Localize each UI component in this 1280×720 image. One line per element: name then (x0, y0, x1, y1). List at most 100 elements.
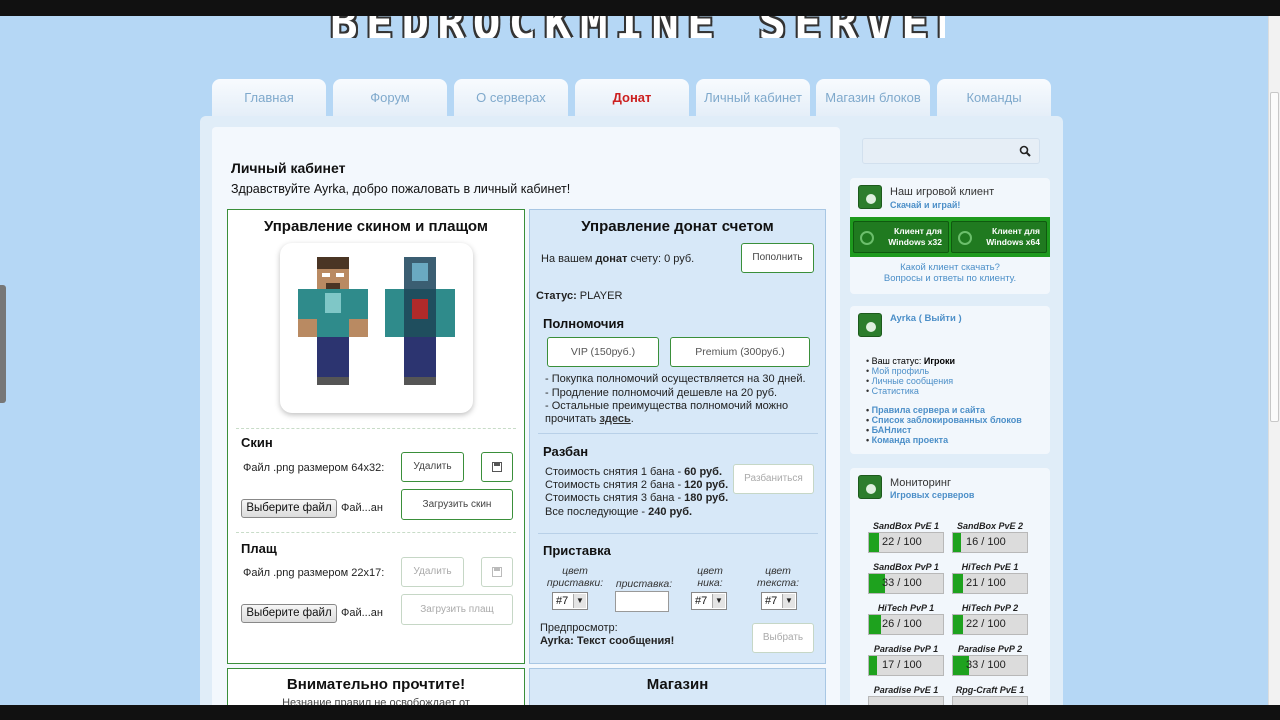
server-online-fill (953, 615, 963, 634)
page-title: Личный кабинет (231, 160, 346, 176)
tab-personal-cabinet[interactable]: Личный кабинет (696, 79, 810, 117)
shop-heading: Магазин (646, 676, 709, 693)
user-links: Ваш статус: Игроки Мой профиль Личные со… (866, 356, 955, 396)
choose-skin-file-button[interactable]: Выберите файл (241, 499, 337, 518)
server-online-bar: 21 / 100 (952, 573, 1028, 594)
server-online-bar: 33 / 100 (952, 655, 1028, 676)
delete-cloak-button[interactable]: Удалить (401, 557, 464, 587)
skin-preview (280, 243, 473, 413)
prefix-text-label: приставка: (615, 578, 673, 590)
server-online-fill (953, 533, 961, 552)
browser-bottom-bar (0, 705, 1280, 720)
upload-skin-button[interactable]: Загрузить скин (401, 489, 513, 520)
client-subtitle[interactable]: Скачай и играй! (890, 200, 960, 210)
rules-link[interactable]: Правила сервера и сайта (866, 405, 1022, 415)
upload-cloak-button[interactable]: Загрузить плащ (401, 594, 513, 625)
download-client-x32-button[interactable]: Клиент для Windows x32 (853, 221, 949, 253)
server-online-fill (953, 574, 963, 593)
server-name: SandBox PvE 1 (872, 521, 940, 531)
save-skin-icon-button[interactable] (481, 452, 513, 482)
side-panel-handle[interactable] (0, 285, 6, 403)
tab-about-servers[interactable]: О серверах (454, 79, 568, 117)
chevron-down-icon: ▼ (573, 594, 586, 608)
prefix-color-select[interactable]: #7 ▼ (552, 592, 588, 610)
server-name: SandBox PvE 2 (956, 521, 1024, 531)
scrollbar-thumb[interactable] (1270, 92, 1279, 422)
tab-block-shop[interactable]: Магазин блоков (816, 79, 930, 117)
premium-button[interactable]: Premium (300руб.) (670, 337, 810, 367)
unban-line-1: Стоимость снятия 1 бана - 60 руб. (545, 466, 723, 478)
server-name: HiTech PvE 1 (961, 562, 1019, 572)
server-online-bar: 22 / 100 (952, 614, 1028, 635)
server-online-count: 22 / 100 (882, 536, 922, 548)
download-icon (858, 185, 882, 209)
banlist-link[interactable]: БАНлист (866, 425, 1022, 435)
download-icon (958, 231, 972, 245)
cloak-heading: Плащ (241, 541, 277, 556)
tab-home[interactable]: Главная (212, 79, 326, 117)
user-status: Ваш статус: Игроки (866, 356, 955, 366)
search-input[interactable] (862, 138, 1040, 164)
blocked-blocks-link[interactable]: Список заблокированных блоков (866, 415, 1022, 425)
which-client-link[interactable]: Какой клиент скачать? (850, 262, 1050, 273)
vip-button[interactable]: VIP (150руб.) (547, 337, 659, 367)
server-online-fill (869, 533, 879, 552)
tab-commands[interactable]: Команды (937, 79, 1051, 117)
team-link[interactable]: Команда проекта (866, 435, 1022, 445)
rules-heading: Внимательно прочтите! (286, 676, 466, 693)
skin-preview-image (298, 257, 455, 385)
divider (236, 428, 516, 429)
server-online-bar: 33 / 100 (868, 573, 944, 594)
unban-button[interactable]: Разбаниться (733, 464, 814, 494)
statistics-link[interactable]: Статистика (866, 386, 955, 396)
unban-heading: Разбан (543, 444, 589, 459)
monitoring-box (850, 468, 1050, 720)
choose-prefix-button[interactable]: Выбрать (752, 623, 814, 653)
search-icon[interactable] (1019, 145, 1031, 157)
text-color-select[interactable]: #7 ▼ (761, 592, 797, 610)
user-name-logout[interactable]: Ayrka ( Выйти ) (890, 313, 962, 324)
welcome-message: Здравствуйте Ayrka, добро пожаловать в л… (231, 182, 571, 196)
chevron-down-icon: ▼ (782, 594, 795, 608)
download-client-x64-button[interactable]: Клиент для Windows x64 (951, 221, 1047, 253)
skin-heading: Скин (241, 435, 273, 450)
server-name: Paradise PvP 1 (873, 644, 939, 654)
preview-label: Предпросмотр: (540, 622, 618, 634)
cloak-file-name: Фай...ан (341, 607, 383, 619)
tab-donate[interactable]: Донат (575, 79, 689, 117)
skin-panel-heading: Управление скином и плащом (263, 218, 488, 235)
nick-color-select[interactable]: #7 ▼ (691, 592, 727, 610)
monitor-icon (858, 475, 882, 499)
powers-details-link[interactable]: здесь (599, 413, 630, 425)
client-faq-link[interactable]: Вопросы и ответы по клиенту. (850, 273, 1050, 284)
prefix-input[interactable] (615, 591, 669, 612)
unban-line-4: Все последующие - 240 руб. (545, 506, 693, 518)
server-online-count: 16 / 100 (966, 536, 1006, 548)
server-online-fill (869, 615, 881, 634)
server-online-count: 33 / 100 (966, 659, 1006, 671)
profile-link[interactable]: Мой профиль (866, 366, 955, 376)
messages-link[interactable]: Личные сообщения (866, 376, 955, 386)
save-cloak-icon-button[interactable] (481, 557, 513, 587)
browser-top-bar (0, 0, 1280, 16)
unban-line-2: Стоимость снятия 2 бана - 120 руб. (545, 479, 729, 491)
monitoring-subtitle[interactable]: Игровых серверов (890, 490, 974, 500)
server-online-count: 21 / 100 (966, 577, 1006, 589)
server-name: Paradise PvP 2 (957, 644, 1023, 654)
server-online-count: 17 / 100 (882, 659, 922, 671)
divider (236, 532, 516, 533)
server-online-bar: 16 / 100 (952, 532, 1028, 553)
prefix-color-label: цвет приставки: (546, 565, 604, 589)
skin-file-name: Фай...ан (341, 502, 383, 514)
tab-forum[interactable]: Форум (333, 79, 447, 117)
donate-panel: Управление донат счетом На вашем донат с… (529, 209, 826, 664)
delete-skin-button[interactable]: Удалить (401, 452, 464, 482)
site-logo: BEDROCKMINE SERVER (330, 16, 945, 38)
nick-color-label: цвет ника: (697, 565, 723, 589)
server-online-bar: 17 / 100 (868, 655, 944, 676)
topup-button[interactable]: Пополнить (741, 243, 814, 273)
choose-cloak-file-button[interactable]: Выберите файл (241, 604, 337, 623)
skin-file-info: Файл .png размером 64x32: (243, 462, 385, 474)
user-avatar-icon (858, 313, 882, 337)
divider (538, 433, 818, 434)
